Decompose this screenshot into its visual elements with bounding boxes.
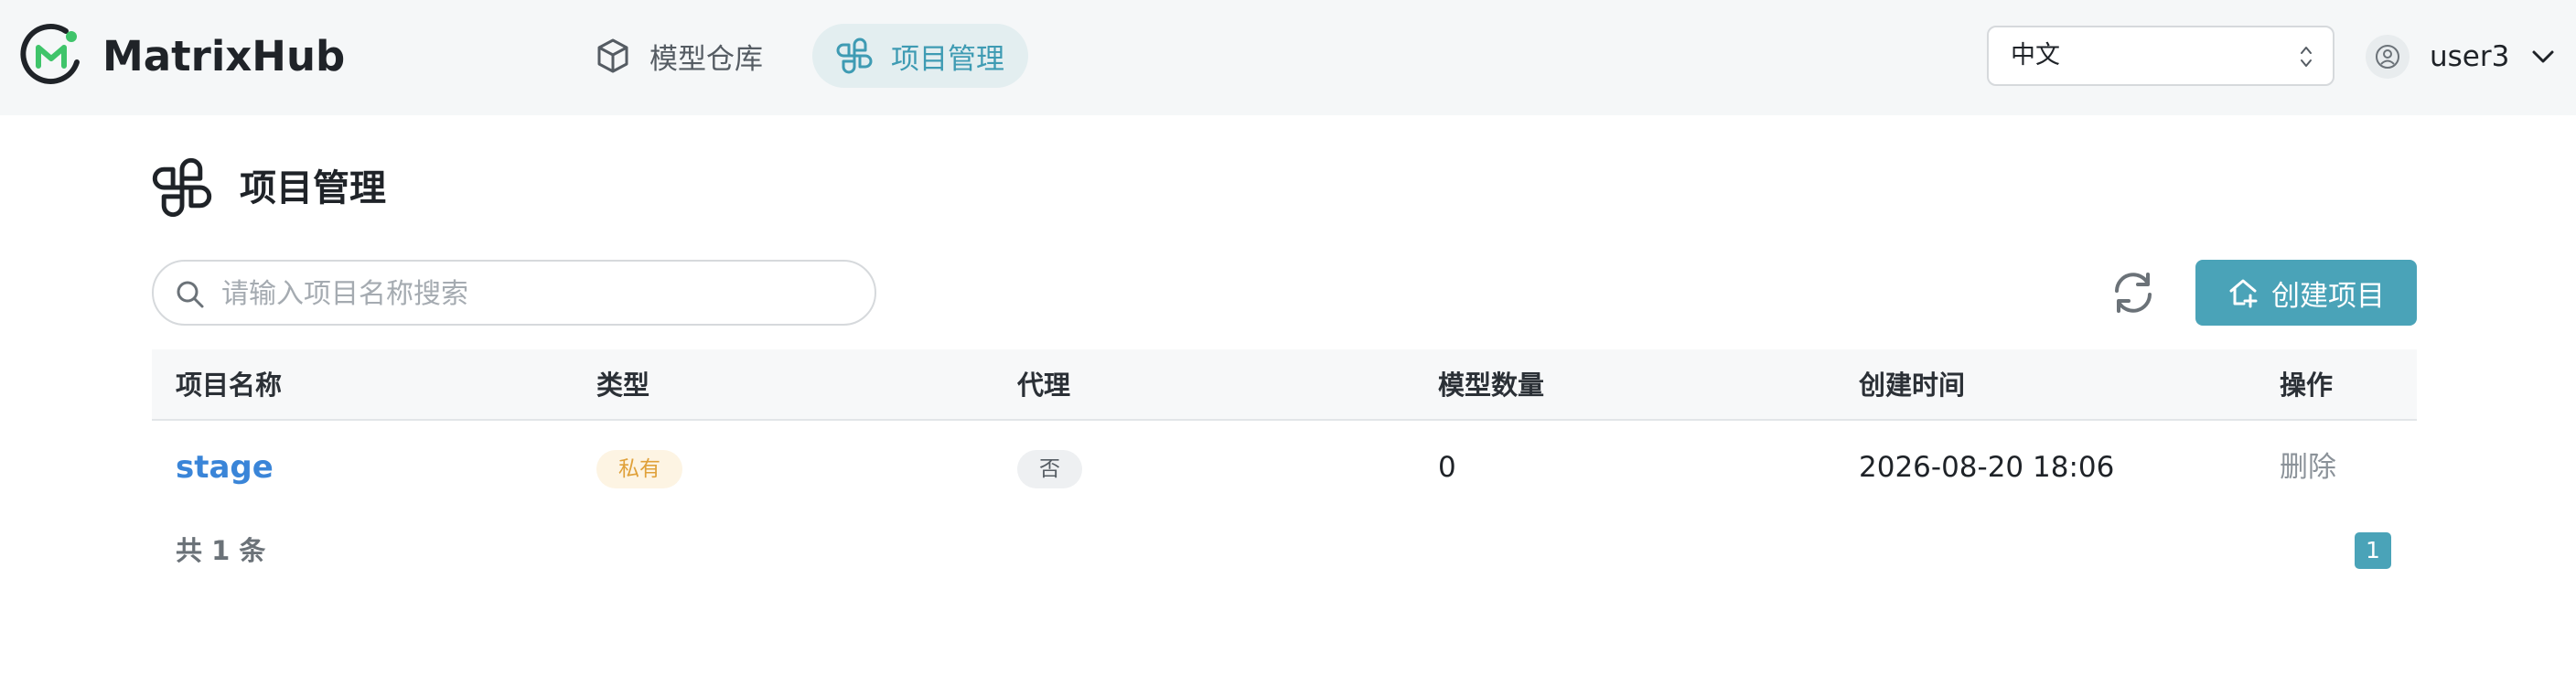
home-plus-icon [2229, 279, 2258, 308]
refresh-icon[interactable] [2109, 269, 2157, 316]
cube-icon [597, 38, 628, 73]
language-selected: 中文 [2011, 41, 2060, 70]
column-header-created[interactable]: 创建时间 [1859, 349, 1965, 421]
create-project-label: 创建项目 [2271, 279, 2385, 313]
table-row: stage 私有 否 0 2026-08-20 18:06 删除 [152, 423, 2417, 512]
pinwheel-icon [836, 38, 873, 74]
delete-link[interactable]: 删除 [2280, 423, 2336, 512]
column-header-type[interactable]: 类型 [596, 349, 649, 421]
project-name-link[interactable]: stage [176, 423, 274, 512]
type-badge: 私有 [596, 450, 682, 488]
nav-models-label: 模型仓库 [649, 42, 763, 76]
pinwheel-icon [152, 157, 212, 218]
pagination-page-button[interactable]: 1 [2355, 532, 2391, 569]
nav-projects[interactable]: 项目管理 [812, 24, 1028, 88]
column-header-model-count[interactable]: 模型数量 [1438, 349, 1544, 421]
updown-caret-icon [2301, 47, 2312, 67]
column-header-actions: 操作 [2280, 370, 2334, 401]
nav-projects-label: 项目管理 [891, 42, 1004, 76]
user-menu[interactable]: user3 [2366, 29, 2555, 84]
column-header-proxy[interactable]: 代理 [1017, 349, 1070, 421]
model-count: 0 [1438, 451, 1456, 484]
search-input[interactable] [221, 271, 853, 316]
language-select[interactable]: 中文 [1987, 26, 2334, 86]
total-count: 共 1 条 [176, 535, 266, 566]
search-icon [177, 281, 204, 308]
page-title: 项目管理 [240, 167, 386, 209]
created-time: 2026-08-20 18:06 [1859, 451, 2115, 484]
matrixhub-logo-icon[interactable] [18, 22, 84, 88]
create-project-button[interactable]: 创建项目 [2195, 260, 2417, 326]
brand-name[interactable]: MatrixHub [102, 27, 345, 86]
top-navigation-bar: MatrixHub 模型仓库 项目管理 中文 user3 [0, 0, 2576, 115]
user-circle-icon [2366, 35, 2410, 79]
column-header-name[interactable]: 项目名称 [176, 349, 282, 421]
table-header: 项目名称 类型 代理 模型数量 创建时间 操作 [152, 349, 2417, 421]
chevron-down-icon [2532, 50, 2554, 63]
user-name: user3 [2430, 40, 2510, 73]
proxy-badge: 否 [1017, 450, 1082, 488]
nav-models[interactable]: 模型仓库 [576, 24, 778, 88]
search-box[interactable] [152, 260, 876, 326]
